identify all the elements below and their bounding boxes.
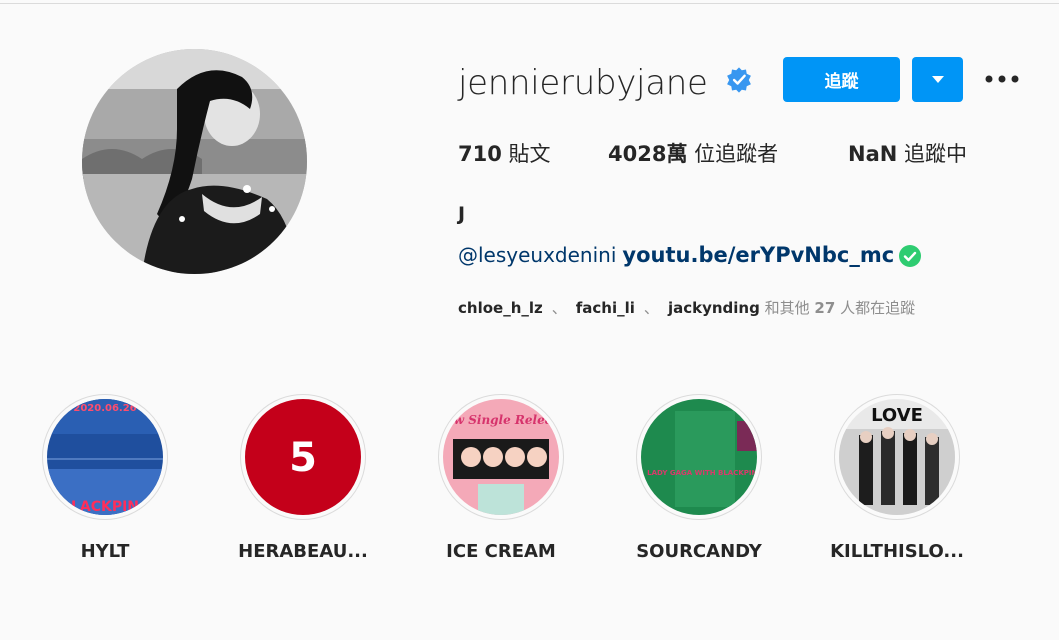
highlight-label: HERABEAU... xyxy=(238,541,368,562)
posts-label: 貼文 xyxy=(508,142,551,166)
followed-by-prefix: 和其他 xyxy=(764,299,810,317)
highlight-cover: LOVE xyxy=(839,399,955,515)
posts-count: 710 xyxy=(458,142,502,166)
following-stat[interactable]: NaN 追蹤中 xyxy=(848,140,967,168)
verified-badge-icon xyxy=(727,67,751,93)
highlight-label: HYLT xyxy=(80,541,130,562)
highlight-label: SOURCANDY xyxy=(636,541,762,562)
more-options-icon xyxy=(985,75,1019,83)
highlight-cover-text: LADY GAGA WITH BLACKPINK xyxy=(647,469,757,477)
followers-count: 4028萬 xyxy=(608,142,688,166)
followed-by-name[interactable]: chloe_h_lz xyxy=(458,299,543,317)
username: jennierubyjane xyxy=(458,63,708,103)
profile-avatar[interactable] xyxy=(82,49,307,274)
following-count: NaN xyxy=(848,142,898,166)
suggested-accounts-button[interactable] xyxy=(912,57,963,102)
highlight-cover-date: 2020.06.26 xyxy=(73,403,136,414)
highlight-cover: 5 xyxy=(245,399,361,515)
followed-by-count: 27 xyxy=(814,299,836,317)
posts-stat: 710 貼文 xyxy=(458,140,551,168)
highlight-label: KILLTHISLO... xyxy=(830,541,964,562)
highlight-cover: New Single Release xyxy=(443,399,559,515)
highlight-cover-text: New Single Release xyxy=(443,413,559,427)
name-separator: 、 xyxy=(643,299,659,317)
followed-by[interactable]: chloe_h_lz 、 fachi_li 、 jackynding 和其他 27 人都… xyxy=(458,297,915,318)
bio-external-link[interactable]: youtu.be/erYPvNbc_mc xyxy=(622,243,894,267)
followed-by-name[interactable]: jackynding xyxy=(668,299,760,317)
following-label: 追蹤中 xyxy=(904,142,968,166)
highlight-cover-text: 5 xyxy=(289,435,317,481)
full-name: J xyxy=(458,203,466,225)
followers-stat[interactable]: 4028萬 位追蹤者 xyxy=(608,140,778,168)
followed-by-name[interactable]: fachi_li xyxy=(576,299,635,317)
chevron-down-icon xyxy=(931,75,944,83)
profile-page: jennierubyjane 追蹤 710 貼文 4028萬 位追蹤者 NaN … xyxy=(0,0,1059,640)
highlight-label: ICE CREAM xyxy=(446,541,556,562)
followers-label: 位追蹤者 xyxy=(694,142,779,166)
highlight-cover-text: LOVE xyxy=(871,405,923,426)
check-circle-icon xyxy=(899,245,922,267)
avatar-photo xyxy=(82,49,307,274)
highlight-cover: LADY GAGA WITH BLACKPINK xyxy=(641,399,757,515)
bio: @lesyeuxdenini youtu.be/erYPvNbc_mc xyxy=(458,243,922,273)
follow-button[interactable]: 追蹤 xyxy=(783,57,900,102)
top-divider xyxy=(0,3,1059,4)
followed-by-suffix: 人都在追蹤 xyxy=(840,299,916,317)
bio-mention-link[interactable]: @lesyeuxdenini xyxy=(458,243,616,267)
more-options-button[interactable] xyxy=(980,63,1024,95)
name-separator: 、 xyxy=(551,299,567,317)
highlight-cover: 2020.06.26 LACKPIN xyxy=(47,399,163,515)
